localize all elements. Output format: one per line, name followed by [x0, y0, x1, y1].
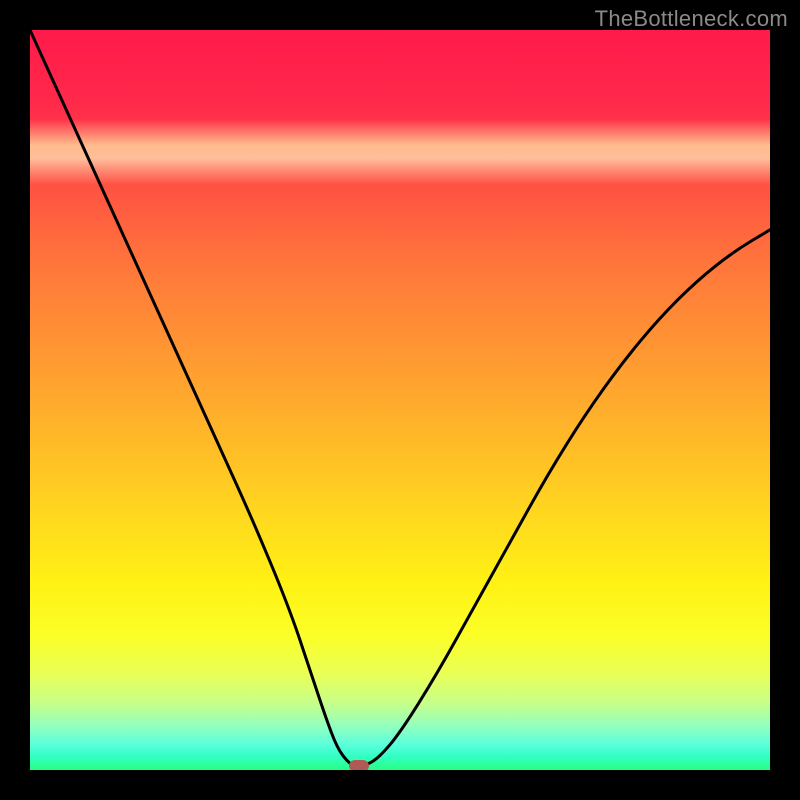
pale-band — [30, 119, 770, 186]
optimal-point-marker — [349, 760, 369, 770]
plot-area — [30, 30, 770, 770]
watermark-text: TheBottleneck.com — [595, 6, 788, 32]
chart-frame: TheBottleneck.com — [0, 0, 800, 800]
